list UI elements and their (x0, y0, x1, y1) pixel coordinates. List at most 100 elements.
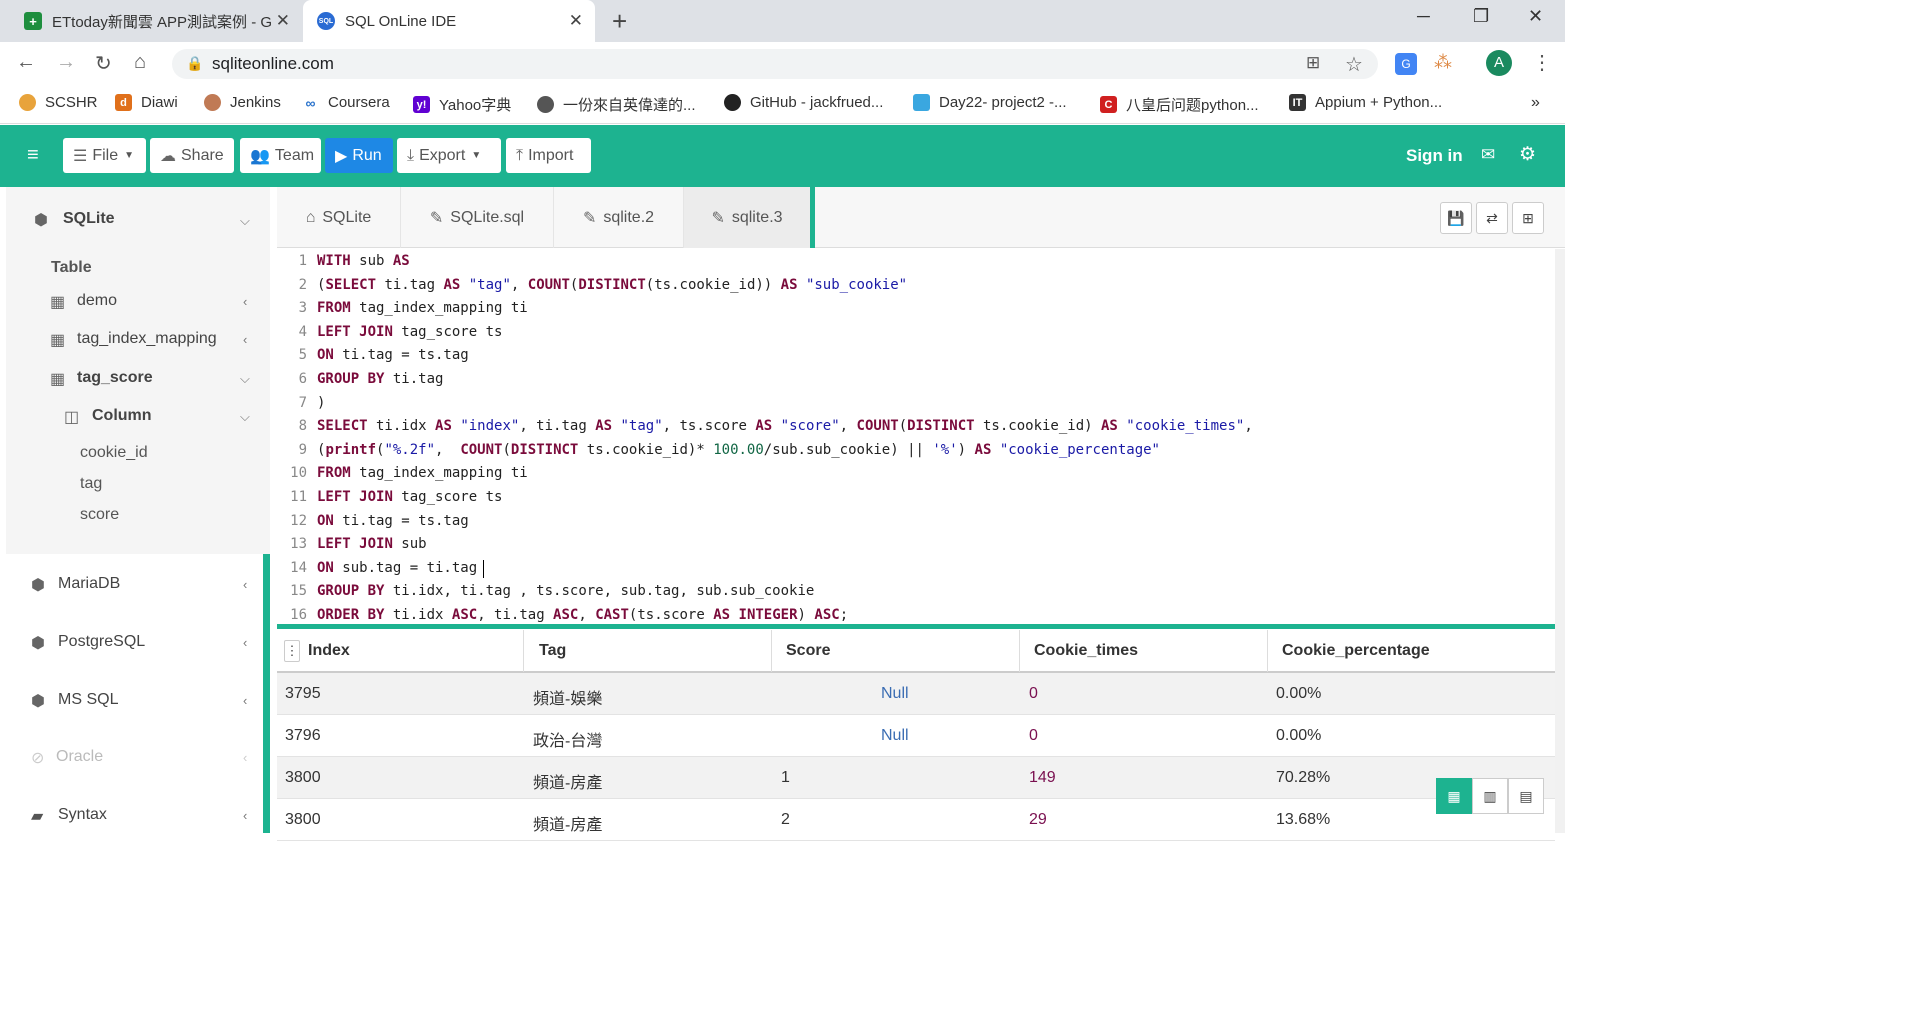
sign-in-link[interactable]: Sign in (1406, 146, 1463, 166)
text-view-icon[interactable]: ▤ (1508, 778, 1544, 814)
sidebar-table-demo[interactable]: demo (77, 292, 117, 310)
code-line[interactable]: LEFT JOIN tag_score ts (317, 489, 502, 505)
export-button[interactable]: ⤓ Export ▼ (397, 138, 501, 173)
back-icon[interactable]: ← (16, 51, 36, 74)
gear-icon[interactable]: ⚙ (1519, 143, 1536, 166)
app-toolbar (0, 125, 1565, 187)
tab-sqlite-sql[interactable]: ✎ SQLite.sql (401, 187, 554, 248)
code-line[interactable]: (printf("%.2f", COUNT(DISTINCT ts.cookie… (317, 442, 1160, 458)
grid-view-icon[interactable]: ▦ (1436, 778, 1472, 814)
column-header-index[interactable]: Index (296, 630, 524, 672)
mail-icon[interactable]: ✉ (1481, 145, 1495, 165)
bookmark-item[interactable]: C 八皇后问题python... (1100, 94, 1259, 115)
code-line[interactable]: WITH sub AS (317, 253, 410, 269)
table-row[interactable] (277, 673, 1555, 715)
bookmark-item[interactable]: 一份來自英偉達的... (537, 94, 696, 115)
profile-avatar[interactable]: A (1486, 50, 1512, 76)
more-bookmarks-icon[interactable]: » (1531, 94, 1540, 112)
file-button[interactable]: ☰ File ▼ (63, 138, 146, 173)
tab-sqlite-2[interactable]: ✎ sqlite.2 (554, 187, 684, 248)
translate-icon[interactable]: ⊞ (1306, 53, 1320, 73)
sidebar-syntax[interactable]: Syntax (58, 806, 107, 824)
bookmark-star-icon[interactable]: ☆ (1345, 52, 1363, 77)
column-header-cookie-times[interactable]: Cookie_times (1020, 630, 1268, 672)
chevron-down-icon[interactable]: ⌵ (240, 409, 250, 425)
column-header-tag[interactable]: Tag (524, 630, 772, 672)
sidebar-db-mariadb[interactable]: MariaDB (58, 575, 120, 593)
bookmark-item[interactable]: y! Yahoo字典 (413, 94, 511, 115)
home-icon[interactable]: ⌂ (134, 51, 146, 74)
vertical-scrollbar[interactable] (1555, 249, 1565, 833)
bookmark-item[interactable]: ∞ Coursera (302, 94, 390, 111)
code-line[interactable]: ON ti.tag = ts.tag (317, 513, 469, 529)
bookmark-item[interactable]: d Diawi (115, 94, 178, 111)
chevron-down-icon[interactable]: ⌵ (240, 213, 250, 229)
browser-tab-sqlonline[interactable]: SQL SQL OnLine IDE ✕ (303, 0, 595, 42)
column-header-cookie-percentage[interactable]: Cookie_percentage (1268, 630, 1555, 672)
code-line[interactable]: LEFT JOIN sub (317, 536, 427, 552)
close-icon[interactable]: ✕ (569, 11, 583, 31)
add-tab-icon[interactable]: ⊞ (1512, 202, 1544, 234)
chevron-left-icon[interactable]: ‹ (243, 693, 247, 708)
google-translate-extension-icon[interactable]: G (1395, 53, 1417, 75)
menu-kebab-icon[interactable]: ⋮ (1532, 50, 1552, 75)
column-header-score[interactable]: Score (772, 630, 1020, 672)
code-line[interactable]: SELECT ti.idx AS "index", ti.tag AS "tag… (317, 418, 1253, 434)
column-section-header[interactable]: Column (92, 407, 152, 425)
sidebar-db-mssql[interactable]: MS SQL (58, 691, 118, 709)
code-line[interactable]: ON sub.tag = ti.tag (317, 560, 477, 576)
chevron-down-icon[interactable]: ⌵ (240, 371, 250, 387)
sidebar-table-tag-score[interactable]: tag_score (77, 369, 153, 387)
import-button[interactable]: ⤒ Import (506, 138, 591, 173)
chevron-left-icon[interactable]: ‹ (243, 750, 247, 765)
team-button[interactable]: 👥 Team (240, 138, 321, 173)
tab-sqlite[interactable]: ⌂ SQLite (277, 187, 401, 248)
new-tab-icon[interactable]: + (612, 6, 627, 37)
bookmark-item[interactable]: Jenkins (204, 94, 281, 111)
restore-icon[interactable]: ❐ (1473, 6, 1489, 27)
chevron-left-icon[interactable]: ‹ (243, 332, 247, 347)
code-line[interactable]: (SELECT ti.tag AS "tag", COUNT(DISTINCT(… (317, 277, 907, 293)
tab-sqlite-3[interactable]: ✎ sqlite.3 (684, 187, 815, 248)
code-line[interactable]: ORDER BY ti.idx ASC, ti.tag ASC, CAST(ts… (317, 607, 848, 623)
table-row[interactable] (277, 799, 1555, 841)
run-button[interactable]: ▶ Run (325, 138, 393, 173)
bookmark-item[interactable]: Day22- project2 -... (913, 94, 1067, 111)
sidebar-db-sqlite[interactable]: SQLite (63, 210, 115, 228)
share-button[interactable]: ☁ Share (150, 138, 234, 173)
sidebar-table-tag-index-mapping[interactable]: tag_index_mapping (77, 330, 217, 348)
extension-icon[interactable]: ⁂ (1434, 52, 1452, 73)
column-item[interactable]: cookie_id (80, 444, 148, 462)
table-row[interactable] (277, 715, 1555, 757)
chevron-left-icon[interactable]: ‹ (243, 294, 247, 309)
chevron-left-icon[interactable]: ‹ (243, 808, 247, 823)
code-line[interactable]: FROM tag_index_mapping ti (317, 465, 528, 481)
bookmark-item[interactable]: SCSHR (19, 94, 98, 111)
code-line[interactable]: GROUP BY ti.tag (317, 371, 443, 387)
column-item[interactable]: tag (80, 475, 102, 493)
close-icon[interactable]: ✕ (276, 11, 290, 31)
code-line[interactable]: LEFT JOIN tag_score ts (317, 324, 502, 340)
chevron-left-icon[interactable]: ‹ (243, 635, 247, 650)
reload-icon[interactable]: ↻ (95, 51, 112, 76)
browser-tab-sheets[interactable]: + ETtoday新聞雲 APP測試案例 - G ✕ (12, 0, 302, 42)
sidebar-db-postgresql[interactable]: PostgreSQL (58, 633, 145, 651)
code-line[interactable]: GROUP BY ti.idx, ti.tag , ts.score, sub.… (317, 583, 814, 599)
bookmark-item[interactable]: GitHub - jackfrued... (724, 94, 883, 111)
column-item[interactable]: score (80, 506, 119, 524)
bookmark-item[interactable]: IT Appium + Python... (1289, 94, 1442, 111)
table-row[interactable] (277, 757, 1555, 799)
forward-icon[interactable]: → (56, 51, 76, 74)
code-line[interactable]: ) (317, 395, 325, 411)
save-icon[interactable]: 💾 (1440, 202, 1472, 234)
minimize-icon[interactable]: ─ (1417, 6, 1430, 27)
hamburger-menu-icon[interactable]: ≡ (27, 144, 39, 167)
address-bar[interactable]: 🔒 sqliteonline.com (172, 49, 1378, 79)
refresh-icon[interactable]: ⇄ (1476, 202, 1508, 234)
code-line[interactable]: FROM tag_index_mapping ti (317, 300, 528, 316)
sidebar-db-oracle[interactable]: Oracle (56, 748, 103, 766)
chart-view-icon[interactable]: ▥ (1472, 778, 1508, 814)
window-close-icon[interactable]: ✕ (1528, 6, 1543, 27)
code-line[interactable]: ON ti.tag = ts.tag (317, 347, 469, 363)
chevron-left-icon[interactable]: ‹ (243, 577, 247, 592)
